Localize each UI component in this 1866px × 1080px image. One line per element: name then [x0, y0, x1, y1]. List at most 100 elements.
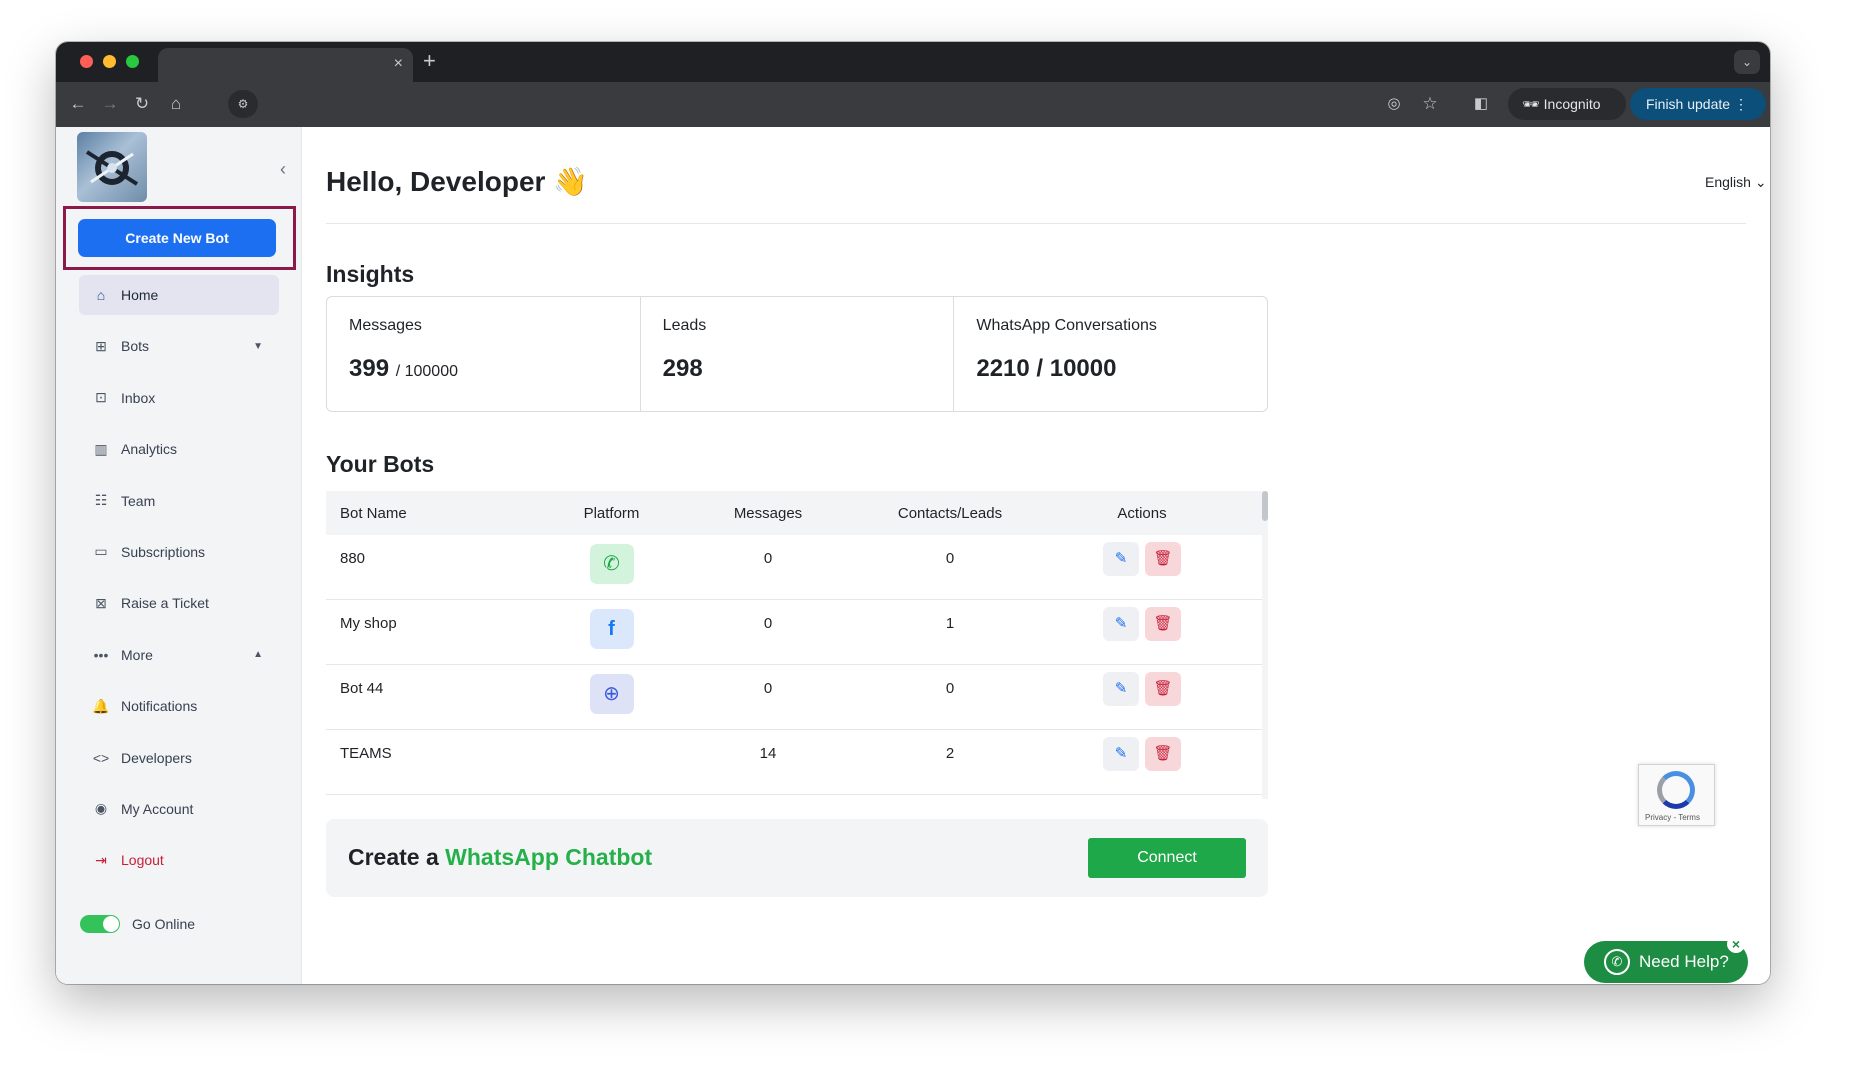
need-help-button[interactable]: ✆ Need Help? [1584, 941, 1748, 983]
bot-messages: 0 [763, 615, 773, 632]
bookmark-star-icon[interactable]: ☆ [1418, 92, 1442, 116]
insight-value: 298 [662, 355, 703, 382]
incognito-badge[interactable]: 🕶 Incognito [1508, 88, 1626, 120]
sidebar-item-subscriptions[interactable]: ▭ Subscriptions [79, 532, 279, 572]
maximize-window-button[interactable] [126, 55, 139, 68]
table-header: Bot Name Platform Messages Contacts/Lead… [326, 491, 1268, 535]
table-row[interactable]: Bot 44 ⊕ 0 0 ✎ 🗑 [326, 665, 1268, 730]
sidebar-item-notifications[interactable]: 🔔 Notifications [79, 686, 279, 726]
back-icon[interactable]: ← [66, 92, 90, 116]
facebook-icon: f [589, 609, 634, 649]
forward-icon[interactable]: → [98, 92, 122, 116]
go-online-toggle-row: Go Online [80, 915, 195, 933]
trash-icon[interactable]: 🗑 [1145, 737, 1181, 771]
new-tab-button[interactable]: + [423, 48, 436, 74]
window-controls [80, 55, 139, 68]
code-icon: <> [92, 749, 110, 766]
table-row[interactable]: 880 ✆ 0 0 ✎ 🗑 [326, 535, 1268, 600]
insight-card-whatsapp-conversations: WhatsApp Conversations 2210 / 10000 [954, 297, 1267, 411]
logout-icon: ⇥ [95, 851, 107, 868]
account-icon: ◉ [94, 800, 108, 817]
sidebar-item-analytics[interactable]: ▥ Analytics [79, 429, 279, 469]
team-icon: ☷ [94, 492, 108, 509]
recaptcha-icon [1657, 771, 1695, 809]
sidebar-item-more[interactable]: ••• More ▲ [79, 635, 279, 675]
sidebar-item-label: Home [121, 287, 159, 303]
column-header: Contacts/Leads [897, 504, 1003, 522]
globe-icon: ⊕ [589, 674, 634, 714]
inbox-icon: ⊡ [95, 389, 107, 406]
sidebar-item-inbox[interactable]: ⊡ Inbox [79, 378, 279, 418]
bot-name: TEAMS [340, 745, 392, 762]
header-divider [326, 223, 1746, 224]
recaptcha-badge[interactable]: Privacy - Terms [1638, 764, 1715, 826]
home-icon: ⌂ [96, 287, 106, 303]
close-window-button[interactable] [80, 55, 93, 68]
insight-label: Leads [662, 317, 707, 334]
sidebar-item-label: Subscriptions [121, 543, 206, 560]
sidebar: ‹ Create New Bot ⌂ Home ⊞ Bots ▼ ⊡ Inbox [56, 127, 302, 984]
home-icon[interactable]: ⌂ [164, 92, 188, 116]
bots-table: Bot Name Platform Messages Contacts/Lead… [326, 491, 1268, 799]
browser-window: × + ⌄ ← → ↻ ⌂ ⚙ ◎ ☆ ◧ 🕶 Incognito Finish… [56, 42, 1770, 984]
trash-icon[interactable]: 🗑 [1145, 672, 1181, 706]
eye-off-icon[interactable]: ◎ [1382, 92, 1406, 116]
trash-icon[interactable]: 🗑 [1145, 542, 1181, 576]
column-header: Bot Name [340, 504, 407, 522]
insight-value: 2210 / 10000 [976, 355, 1117, 382]
close-tab-icon[interactable]: × [394, 55, 403, 73]
column-header: Platform [583, 504, 640, 522]
tab-search-button[interactable]: ⌄ [1734, 50, 1760, 74]
go-online-toggle[interactable] [80, 915, 120, 933]
sidebar-item-developers[interactable]: <> Developers [79, 738, 279, 778]
create-new-bot-button[interactable]: Create New Bot [78, 219, 276, 257]
edit-icon[interactable]: ✎ [1103, 607, 1139, 641]
table-row[interactable]: My shop f 0 1 ✎ 🗑 [326, 600, 1268, 665]
incognito-icon: 🕶 [1522, 96, 1544, 112]
bot-name: Bot 44 [340, 680, 384, 697]
table-scrollbar[interactable] [1262, 491, 1268, 799]
sidebar-item-label: Bots [121, 338, 150, 355]
trash-icon[interactable]: 🗑 [1145, 607, 1181, 641]
incognito-label: Incognito [1543, 96, 1601, 112]
recaptcha-links[interactable]: Privacy - Terms [1645, 813, 1700, 822]
sidebar-item-label: Developers [121, 749, 192, 766]
minimize-window-button[interactable] [103, 55, 116, 68]
chevron-down-icon: ▼ [253, 340, 263, 352]
side-panel-icon[interactable]: ◧ [1469, 92, 1493, 116]
table-row[interactable]: TEAMS 14 2 ✎ 🗑 [326, 730, 1268, 795]
site-info-icon[interactable]: ⚙ [228, 90, 258, 118]
sidebar-item-bots[interactable]: ⊞ Bots ▼ [79, 326, 279, 366]
sidebar-item-raise-ticket[interactable]: ⊠ Raise a Ticket [79, 583, 279, 623]
brand-logo[interactable] [77, 132, 147, 202]
sidebar-item-team[interactable]: ☷ Team [79, 481, 279, 521]
finish-update-button[interactable]: Finish update ⋮ [1630, 88, 1766, 120]
bot-messages: 0 [763, 680, 773, 697]
browser-tab[interactable]: × [158, 48, 413, 82]
cta-highlight: WhatsApp Chatbot [445, 844, 653, 870]
chevron-up-icon: ▲ [253, 649, 263, 661]
insight-label: Messages [349, 317, 422, 334]
connect-button[interactable]: Connect [1088, 838, 1246, 878]
collapse-sidebar-icon[interactable]: ‹ [280, 159, 286, 180]
ticket-icon: ⊠ [95, 594, 107, 611]
sidebar-item-label: Inbox [121, 389, 156, 406]
edit-icon[interactable]: ✎ [1103, 672, 1139, 706]
sidebar-item-label: Analytics [121, 441, 178, 458]
bots-tree-icon: ⊞ [95, 337, 107, 354]
need-help-label: Need Help? [1639, 952, 1729, 971]
browser-toolbar: ← → ↻ ⌂ ⚙ ◎ ☆ ◧ 🕶 Incognito Finish updat… [56, 82, 1770, 127]
sidebar-item-my-account[interactable]: ◉ My Account [79, 789, 279, 829]
chevron-down-icon: ⌄ [1754, 174, 1767, 190]
close-icon[interactable]: × [1727, 935, 1745, 953]
bot-name: 880 [340, 550, 366, 567]
language-selector[interactable]: English ⌄ [1705, 174, 1767, 191]
reload-icon[interactable]: ↻ [130, 92, 154, 116]
whatsapp-cta-banner: Create a WhatsApp Chatbot Connect [326, 819, 1268, 897]
cta-prefix: Create a [348, 844, 439, 870]
sidebar-item-home[interactable]: ⌂ Home [79, 275, 279, 315]
sidebar-item-label: Raise a Ticket [121, 595, 209, 612]
edit-icon[interactable]: ✎ [1103, 542, 1139, 576]
edit-icon[interactable]: ✎ [1103, 737, 1139, 771]
sidebar-item-logout[interactable]: ⇥ Logout [79, 840, 279, 880]
